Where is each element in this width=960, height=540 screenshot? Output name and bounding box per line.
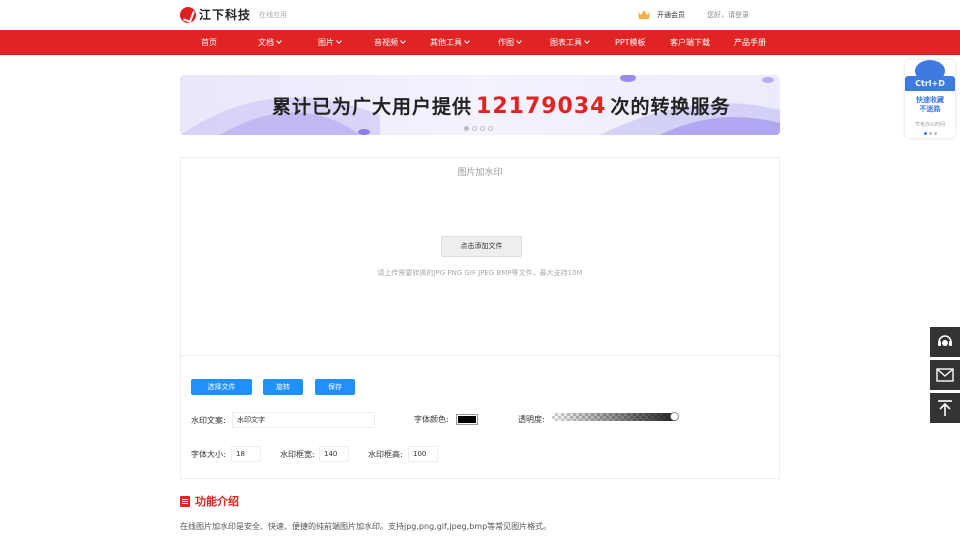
nav-item-home[interactable]: 首页 [201,37,217,48]
customer-service-button[interactable] [930,327,960,357]
opacity-label: 透明度: [518,415,545,424]
back-to-top-button[interactable] [930,393,960,423]
chevron-down-icon [584,38,590,44]
tool-title: 图片加水印 [457,168,503,178]
box-height-input[interactable]: 100 [408,446,438,462]
font-color-label: 字体颜色: [414,415,449,424]
banner-dot[interactable] [472,126,477,131]
mail-button[interactable] [930,360,960,390]
watermark-text-input[interactable]: 水印文字 [232,412,375,428]
mail-icon [936,368,954,382]
nav-item-ppt-templates[interactable]: PPT模板 [615,37,646,48]
header-divider [249,8,250,22]
box-height-label: 水印框高: [368,450,403,459]
document-icon [180,495,190,507]
rotate-button[interactable]: 旋转 [263,379,303,395]
brand-name: 江下科技 [199,8,252,22]
brand-logo[interactable]: 江下科技 [180,6,251,23]
add-file-button[interactable]: 点击添加文件 [441,236,522,257]
main-nav: 首页 文档 图片 音视频 其他工具 作图 图表工具 PPT模板 客户端下载 产品… [0,30,960,55]
chevron-down-icon [464,38,470,44]
nav-item-other-tools[interactable]: 其他工具 [430,37,470,48]
watermark-tool-panel: 图片加水印 点击添加文件 请上传需要转换的JPG PNG GIF JPEG BM… [180,157,780,479]
chevron-down-icon [516,38,522,44]
nav-item-images[interactable]: 图片 [318,37,342,48]
font-size-input[interactable]: 18 [231,446,261,462]
banner-dot[interactable] [464,126,469,131]
bookmark-text: 快速收藏 不迷路 [916,96,944,113]
back-to-top-icon [938,400,952,416]
bookmark-shortcut: Ctrl+D [905,76,955,91]
select-file-button[interactable]: 选择文件 [191,379,252,395]
nav-item-documents[interactable]: 文档 [258,37,282,48]
logo-icon [180,6,196,23]
vip-link[interactable]: 开通会员 [637,9,685,20]
panel-divider [181,355,779,356]
chevron-down-icon [336,38,342,44]
intro-heading: 功能介绍 [180,493,239,509]
vip-label: 开通会员 [657,10,685,19]
intro-description: 在线图片加水印是安全、快速、便捷的纯前端图片加水印。支持jpg,png,gif,… [180,522,552,531]
bookmark-tip: 节省办公时间 [914,122,945,128]
nav-item-client-download[interactable]: 客户端下载 [670,37,710,48]
nav-item-drawing[interactable]: 作图 [498,37,522,48]
opacity-slider[interactable] [552,413,676,421]
banner-pagination [464,126,493,131]
promo-banner[interactable]: 累计已为广大用户提供 12179034 次的转换服务 [180,75,780,135]
banner-dot[interactable] [480,126,485,131]
header-subtitle: 在线应用 [259,11,287,19]
nav-item-audio-video[interactable]: 音视频 [374,37,406,48]
banner-headline: 累计已为广大用户提供 12179034 次的转换服务 [272,94,731,119]
bookmark-reminder-card[interactable]: Ctrl+D 快速收藏 不迷路 节省办公时间 [905,60,955,138]
font-color-swatch [458,416,476,423]
nav-item-product-manual[interactable]: 产品手册 [734,37,766,48]
opacity-slider-handle[interactable] [670,412,679,421]
login-link[interactable]: 您好，请登录 [707,10,749,20]
box-width-input[interactable]: 140 [319,446,349,462]
chevron-down-icon [400,38,406,44]
watermark-text-label: 水印文案: [191,416,226,425]
save-button[interactable]: 保存 [315,379,355,395]
top-bar: 江下科技 在线应用 开通会员 您好，请登录 [0,0,960,30]
banner-count: 12179034 [476,94,607,119]
customer-service-icon [938,335,952,346]
font-color-picker[interactable] [456,414,478,425]
box-width-label: 水印框宽: [280,450,315,459]
chevron-down-icon [276,38,282,44]
font-size-label: 字体大小: [191,450,226,459]
bookmark-dots [924,132,937,135]
nav-item-chart-tools[interactable]: 图表工具 [550,37,590,48]
upload-hint: 请上传需要转换的JPG PNG GIF JPEG BMP等文件，最大支持10M [377,269,583,277]
crown-icon [638,10,650,19]
banner-dot[interactable] [488,126,493,131]
